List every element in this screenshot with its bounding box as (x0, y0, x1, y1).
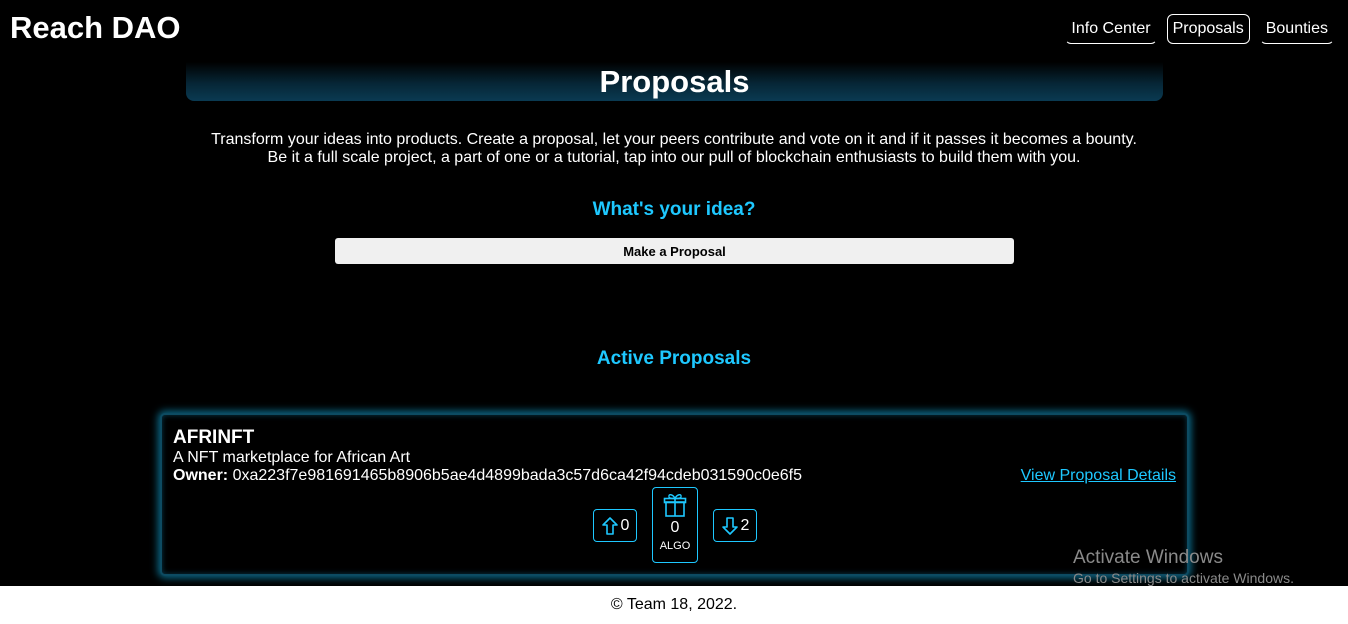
watermark-line-1: Activate Windows (1073, 547, 1223, 568)
upvote-count: 0 (620, 516, 630, 534)
intro-line-1: Transform your ideas into products. Crea… (211, 131, 1137, 148)
nav-proposals[interactable]: Proposals (1166, 14, 1250, 44)
contribution-currency: ALGO (659, 540, 691, 552)
contribution-amount: 0 (670, 519, 680, 536)
footer: © Team 18, 2022. (0, 586, 1348, 624)
upvote-button[interactable]: 0 (593, 509, 637, 542)
arrow-down-icon (721, 516, 738, 535)
idea-heading: What's your idea? (592, 199, 756, 220)
intro-line-2: Be it a full scale project, a part of on… (267, 149, 1081, 166)
arrow-up-icon (601, 516, 618, 535)
nav-bounties[interactable]: Bounties (1259, 14, 1334, 44)
owner-label: Owner: (173, 467, 229, 484)
watermark-line-2: Go to Settings to activate Windows. (1073, 570, 1294, 586)
brand-logo[interactable]: Reach DAO (10, 10, 181, 46)
contribute-button[interactable]: 0 ALGO (652, 487, 698, 563)
downvote-count: 2 (740, 516, 750, 534)
intro-text: Transform your ideas into products. Crea… (0, 131, 1348, 167)
active-proposals-heading: Active Proposals (596, 348, 752, 369)
make-proposal-button[interactable]: Make a Proposal (335, 238, 1014, 264)
page-header: Proposals (186, 62, 1163, 101)
proposal-owner: Owner: 0xa223f7e981691465b8906b5ae4d4899… (173, 467, 802, 485)
nav-info-center[interactable]: Info Center (1065, 14, 1157, 44)
top-nav: Info Center Proposals Bounties (1065, 14, 1334, 44)
gift-icon (663, 494, 687, 517)
owner-address: 0xa223f7e981691465b8906b5ae4d4899bada3c5… (232, 467, 803, 484)
activate-windows-watermark: Activate Windows Go to Settings to activ… (1073, 547, 1294, 587)
view-proposal-details-link[interactable]: View Proposal Details (1021, 467, 1176, 485)
proposal-title: AFRINFT (173, 427, 255, 448)
proposal-card: AFRINFT A NFT marketplace for African Ar… (160, 413, 1189, 576)
page-title: Proposals (599, 64, 750, 99)
proposal-description: A NFT marketplace for African Art (173, 449, 411, 466)
footer-copyright: © Team 18, 2022. (610, 596, 738, 613)
downvote-button[interactable]: 2 (713, 509, 757, 542)
